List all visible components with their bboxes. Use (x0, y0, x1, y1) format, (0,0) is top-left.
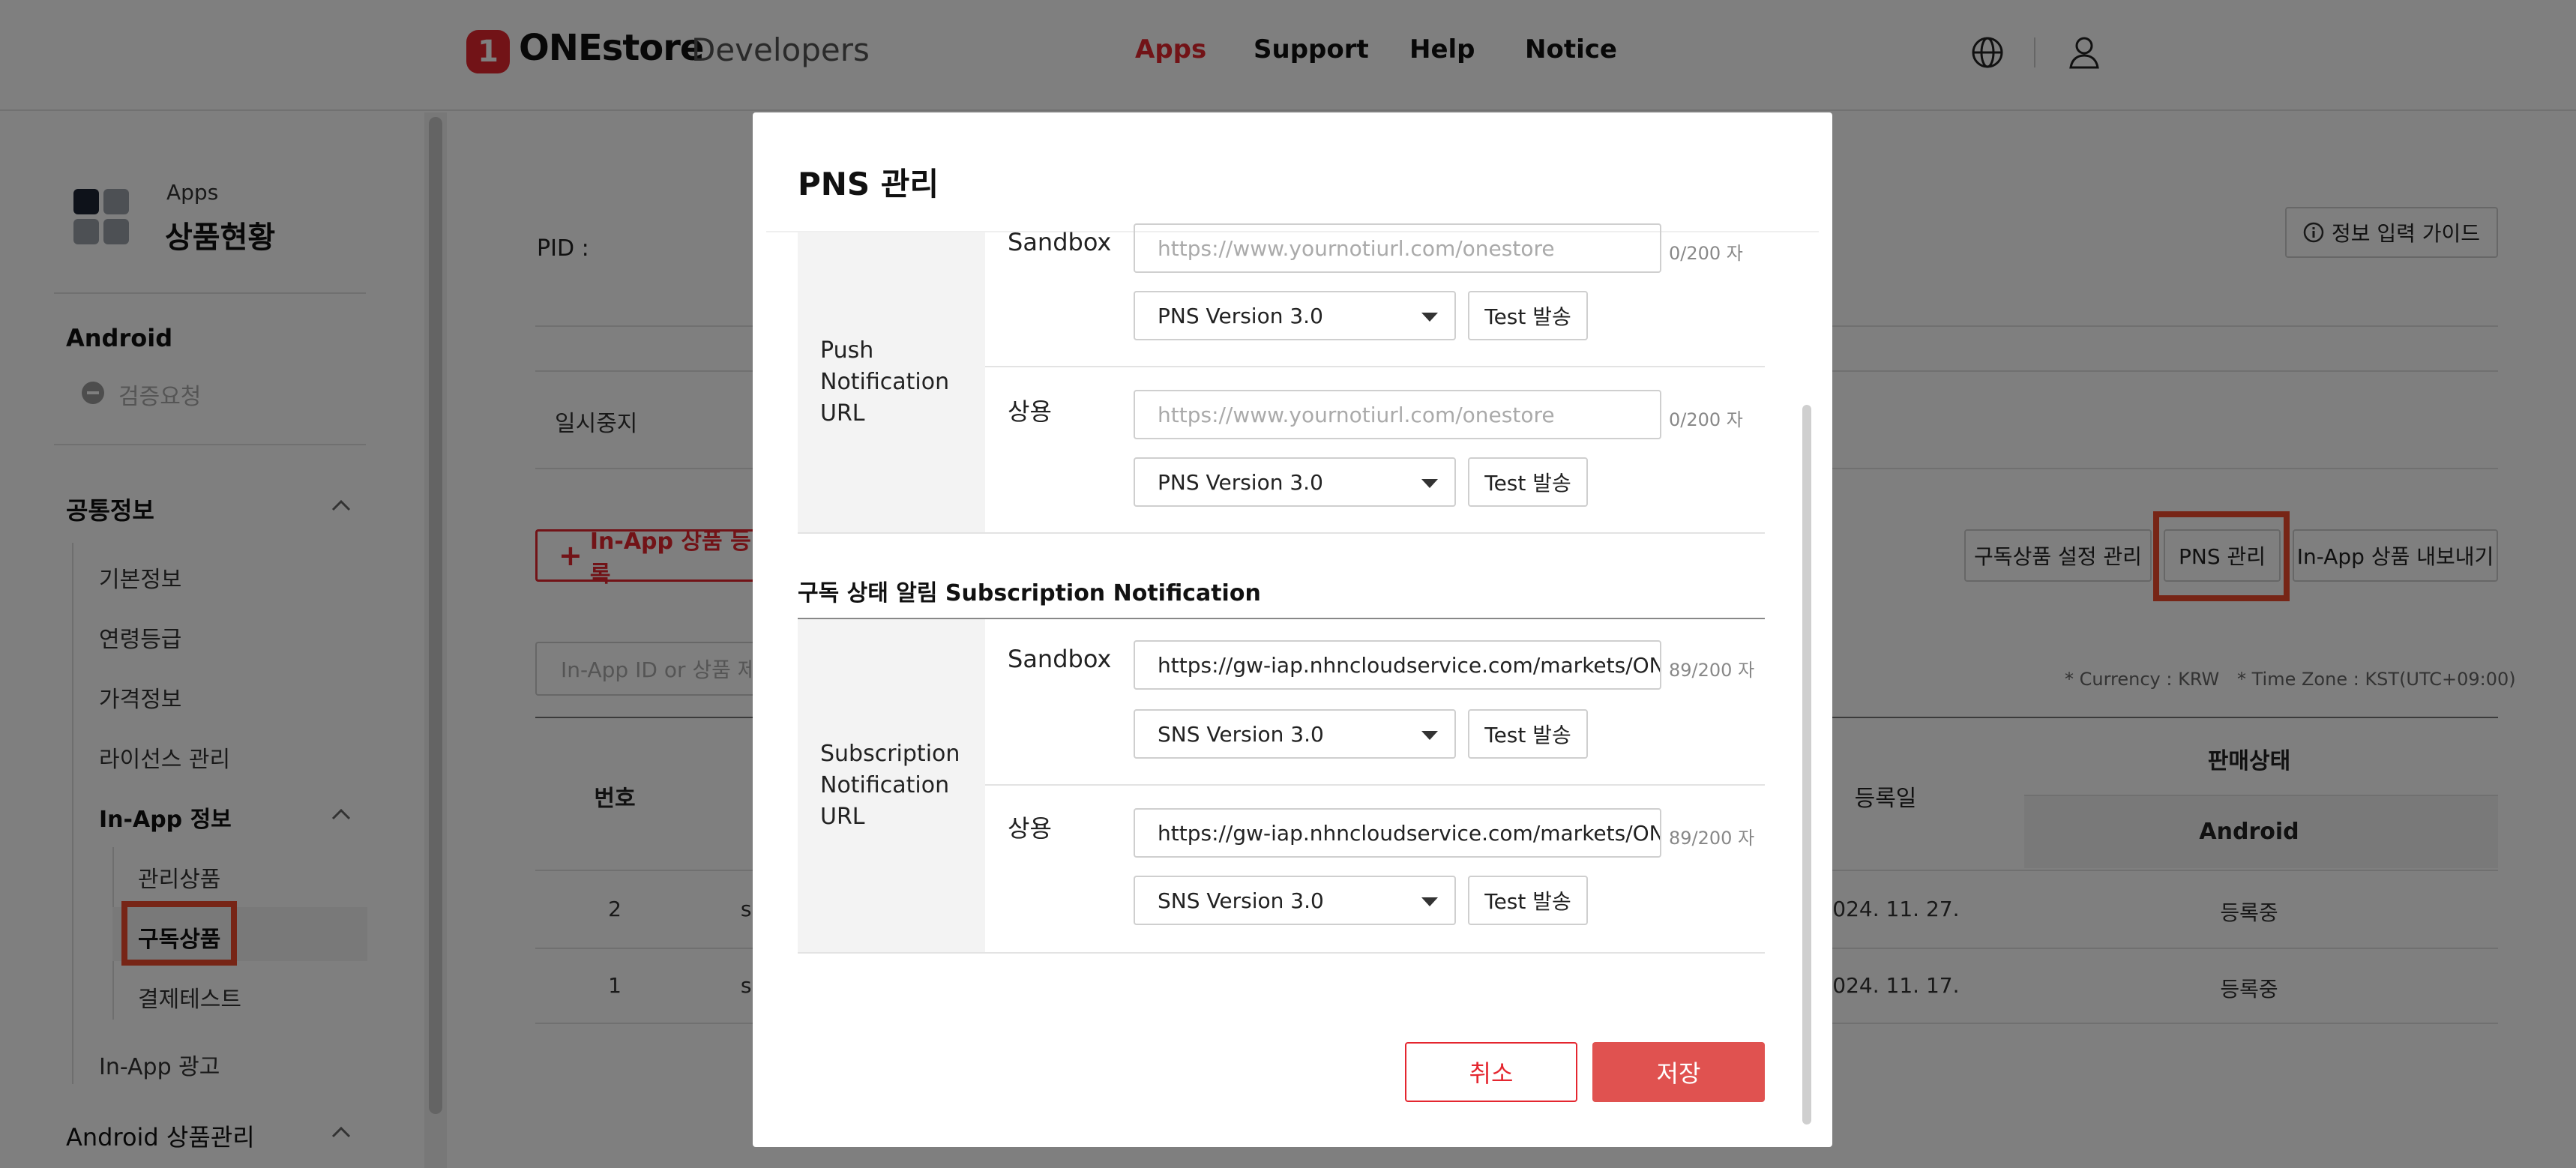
sub-prod-count: 89/200 자 (1669, 828, 1755, 849)
push-sandbox-version-value: PNS Version 3.0 (1158, 303, 1323, 328)
push-sandbox-test-button[interactable]: Test 발송 (1468, 291, 1588, 340)
push-prod-label: 상용 (1008, 397, 1052, 426)
caret-down-icon (1421, 731, 1438, 740)
subscription-url-label: Subscription Notification URL (798, 619, 985, 952)
push-sandbox-version-select[interactable]: PNS Version 3.0 (1134, 291, 1456, 340)
sub-sandbox-version-select[interactable]: SNS Version 3.0 (1134, 709, 1456, 759)
modal-scrollbar-thumb[interactable] (1802, 405, 1811, 1125)
cancel-button[interactable]: 취소 (1405, 1042, 1577, 1102)
sub-prod-label: 상용 (1008, 814, 1052, 843)
push-sandbox-count: 0/200 자 (1669, 243, 1743, 264)
sub-sandbox-label: Sandbox (1008, 645, 1112, 673)
caret-down-icon (1421, 897, 1438, 906)
push-row-divider (985, 366, 1765, 367)
sub-sandbox-test-button[interactable]: Test 발송 (1468, 709, 1588, 759)
push-sandbox-url-input[interactable]: https://www.yournotiurl.com/onestore (1134, 223, 1661, 273)
sub-prod-test-button[interactable]: Test 발송 (1468, 876, 1588, 925)
push-prod-url-input[interactable]: https://www.yournotiurl.com/onestore (1134, 390, 1661, 439)
sub-prod-version-select[interactable]: SNS Version 3.0 (1134, 876, 1456, 925)
sub-sandbox-url-input[interactable]: https://gw-iap.nhncloudservice.com/marke… (1134, 640, 1661, 690)
push-sandbox-label: Sandbox (1008, 228, 1112, 256)
push-prod-version-select[interactable]: PNS Version 3.0 (1134, 457, 1456, 507)
caret-down-icon (1421, 313, 1438, 322)
push-url-label: Push Notification URL (798, 232, 985, 532)
push-prod-version-value: PNS Version 3.0 (1158, 469, 1323, 495)
subscription-section-title: 구독 상태 알림 Subscription Notification (798, 580, 1261, 606)
sub-row-divider (985, 784, 1765, 786)
push-block-bottom (798, 532, 1765, 534)
subscription-block-bottom (798, 952, 1765, 954)
save-button[interactable]: 저장 (1592, 1042, 1765, 1102)
sub-prod-version-value: SNS Version 3.0 (1158, 888, 1324, 913)
push-prod-count: 0/200 자 (1669, 409, 1743, 430)
sub-sandbox-version-value: SNS Version 3.0 (1158, 721, 1324, 747)
modal-title: PNS 관리 (798, 166, 939, 202)
sub-prod-url-input[interactable]: https://gw-iap.nhncloudservice.com/marke… (1134, 808, 1661, 858)
push-prod-test-button[interactable]: Test 발송 (1468, 457, 1588, 507)
caret-down-icon (1421, 479, 1438, 488)
sub-sandbox-count: 89/200 자 (1669, 660, 1755, 681)
pns-modal: PNS 관리 Push Notification URL Sandbox htt… (753, 112, 1832, 1147)
